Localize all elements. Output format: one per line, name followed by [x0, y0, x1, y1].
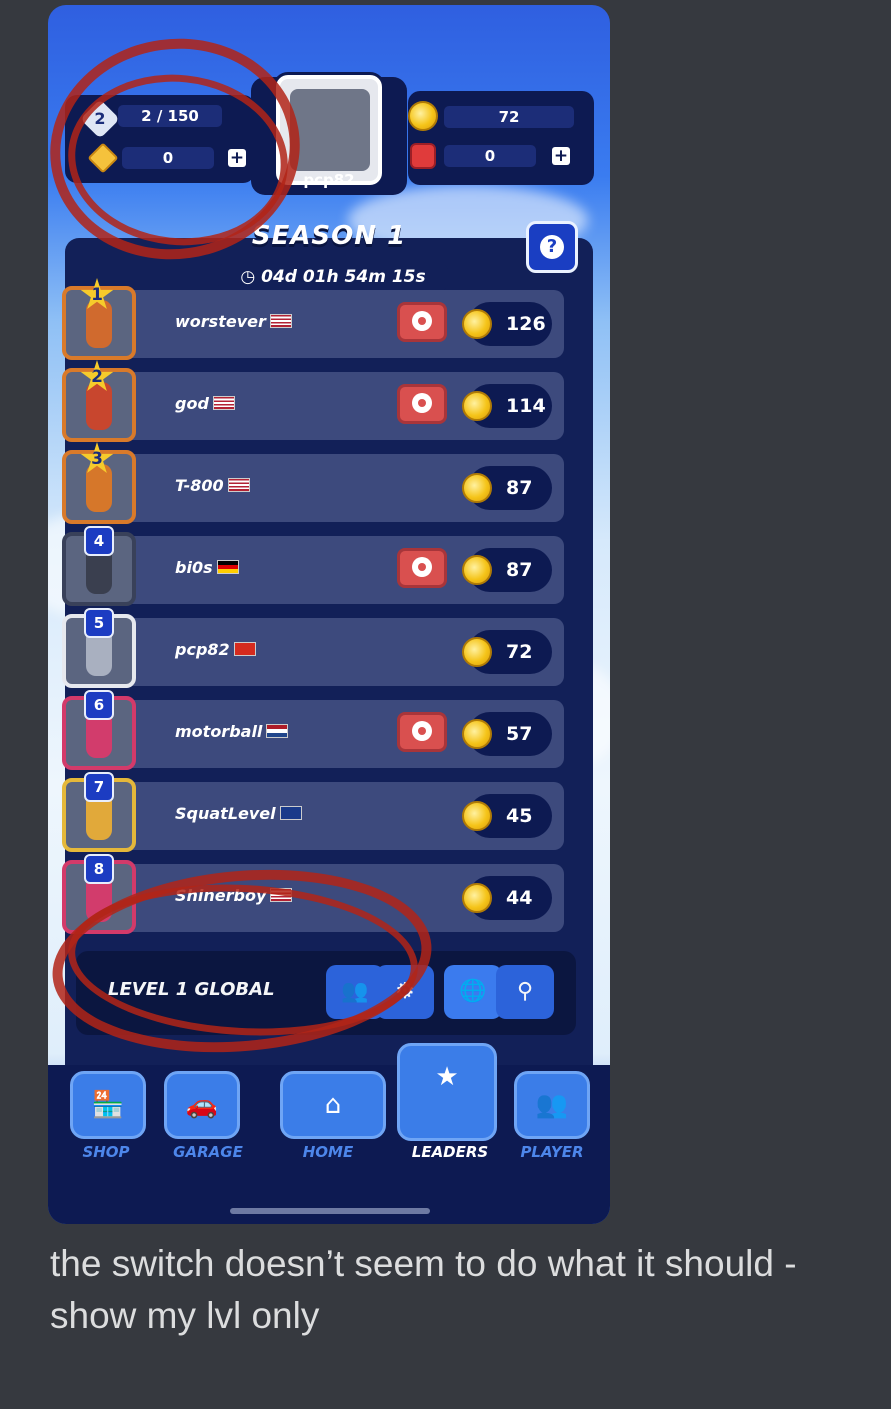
- racer-name-cell: pcp82: [175, 640, 256, 659]
- score-value: 57: [506, 723, 533, 745]
- watch-replay-button[interactable]: [397, 384, 447, 424]
- country-flag-icon: [279, 806, 302, 820]
- shop-icon: 🏪: [91, 1090, 125, 1120]
- watch-replay-button[interactable]: [397, 712, 447, 752]
- eye-icon: [412, 311, 432, 331]
- score-pill: 87: [462, 548, 552, 592]
- watch-replay-button[interactable]: [397, 548, 447, 588]
- country-flag-icon: [266, 724, 289, 738]
- racer-name: worstever: [175, 312, 266, 331]
- racer-name-cell: bi0s: [175, 558, 239, 577]
- car-icon: [86, 464, 112, 512]
- garage-icon: 🚗: [185, 1090, 219, 1120]
- message-caption: the switch doesn’t seem to do what it sh…: [50, 1243, 797, 1336]
- rank-badge: 5: [84, 608, 114, 638]
- eye-icon: [412, 721, 432, 741]
- nav-garage-label: GARAGE: [173, 1143, 243, 1161]
- coin-icon: [408, 101, 438, 131]
- global-filter-button[interactable]: 🌐: [444, 965, 502, 1019]
- local-filter-button[interactable]: ⚲: [496, 965, 554, 1019]
- racer-name-cell: SquatLevel: [175, 804, 302, 823]
- eye-icon: [412, 557, 432, 577]
- nav-leaders-label: LEADERS: [411, 1143, 489, 1161]
- season-timer: ◷ 04d 01h 54m 15s: [218, 263, 448, 291]
- help-button[interactable]: ?: [526, 221, 578, 273]
- racer-name-cell: T-800: [175, 476, 250, 495]
- nav-shop-label: SHOP: [82, 1143, 130, 1161]
- score-value: 87: [506, 477, 533, 499]
- location-pin-icon: ⚲: [516, 979, 534, 1004]
- racer-name-cell: motorball: [175, 722, 289, 741]
- score-pill: 44: [462, 876, 552, 920]
- car-icon: [86, 382, 112, 430]
- country-flag-icon: [216, 560, 239, 574]
- add-rubies-button[interactable]: +: [552, 147, 570, 165]
- racer-name-cell: god: [175, 394, 235, 413]
- nav-home-label: HOME: [302, 1143, 354, 1161]
- bottom-nav: 🏪 🚗 ⌂ ★ 👥 SHOP GARAGE HOME LEADERS PLAYE…: [48, 1043, 610, 1224]
- player-icon: 👥: [535, 1090, 569, 1120]
- nav-player-label: PLAYER: [520, 1143, 584, 1161]
- home-icon: ⌂: [324, 1090, 342, 1120]
- racer-name: bi0s: [175, 558, 213, 577]
- trophy-coin-icon: [462, 555, 492, 585]
- rank-badge: 8: [84, 854, 114, 884]
- trophy-coin-icon: [462, 637, 492, 667]
- racer-name-cell: worstever: [175, 312, 292, 331]
- car-icon: [86, 300, 112, 348]
- rank-badge: 6: [84, 690, 114, 720]
- trophy-coin-icon: [462, 391, 492, 421]
- nav-home-button[interactable]: ⌂: [280, 1071, 386, 1139]
- trophy-coin-icon: [462, 309, 492, 339]
- score-pill: 114: [462, 384, 552, 428]
- screenshot-frame: 2 2 / 150 0 + pcp82 72 0 + SEASON 1 ◷ 04…: [48, 5, 610, 1224]
- rank-badge: 7: [84, 772, 114, 802]
- globe-icon: 🌐: [459, 979, 487, 1004]
- nav-garage-button[interactable]: 🚗: [164, 1071, 240, 1139]
- racer-name: motorball: [175, 722, 263, 741]
- trophy-coin-icon: [462, 883, 492, 913]
- rank-badge: 4: [84, 526, 114, 556]
- home-indicator: [230, 1208, 430, 1214]
- trophy-coin-icon: [462, 719, 492, 749]
- racer-name: T-800: [175, 476, 224, 495]
- season-timer-text: 04d 01h 54m 15s: [261, 267, 426, 287]
- racer-name: SquatLevel: [175, 804, 276, 823]
- country-flag-icon: [233, 642, 256, 656]
- score-pill: 72: [462, 630, 552, 674]
- score-pill: 126: [462, 302, 552, 346]
- score-pill: 57: [462, 712, 552, 756]
- trophy-coin-icon: [462, 473, 492, 503]
- country-flag-icon: [227, 478, 250, 492]
- score-value: 44: [506, 887, 533, 909]
- score-value: 114: [506, 395, 546, 417]
- score-value: 72: [506, 641, 533, 663]
- country-flag-icon: [269, 314, 292, 328]
- nav-leaders-button[interactable]: ★: [397, 1043, 497, 1141]
- score-value: 45: [506, 805, 533, 827]
- clock-icon: ◷: [240, 267, 262, 287]
- nav-shop-button[interactable]: 🏪: [70, 1071, 146, 1139]
- score-value: 87: [506, 559, 533, 581]
- nav-player-button[interactable]: 👥: [514, 1071, 590, 1139]
- score-pill: 87: [462, 466, 552, 510]
- trophy-coin-icon: [462, 801, 492, 831]
- ruby-count: 0: [444, 145, 536, 167]
- car-avatar-icon: [290, 89, 370, 171]
- score-pill: 45: [462, 794, 552, 838]
- question-icon: ?: [540, 235, 564, 259]
- podium-icon: ★: [435, 1062, 459, 1092]
- ruby-icon: [410, 143, 436, 169]
- racer-name: pcp82: [175, 640, 230, 659]
- country-flag-icon: [212, 396, 235, 410]
- eye-icon: [412, 393, 432, 413]
- watch-replay-button[interactable]: [397, 302, 447, 342]
- score-value: 126: [506, 313, 546, 335]
- racer-name: god: [175, 394, 209, 413]
- coin-count: 72: [444, 106, 574, 128]
